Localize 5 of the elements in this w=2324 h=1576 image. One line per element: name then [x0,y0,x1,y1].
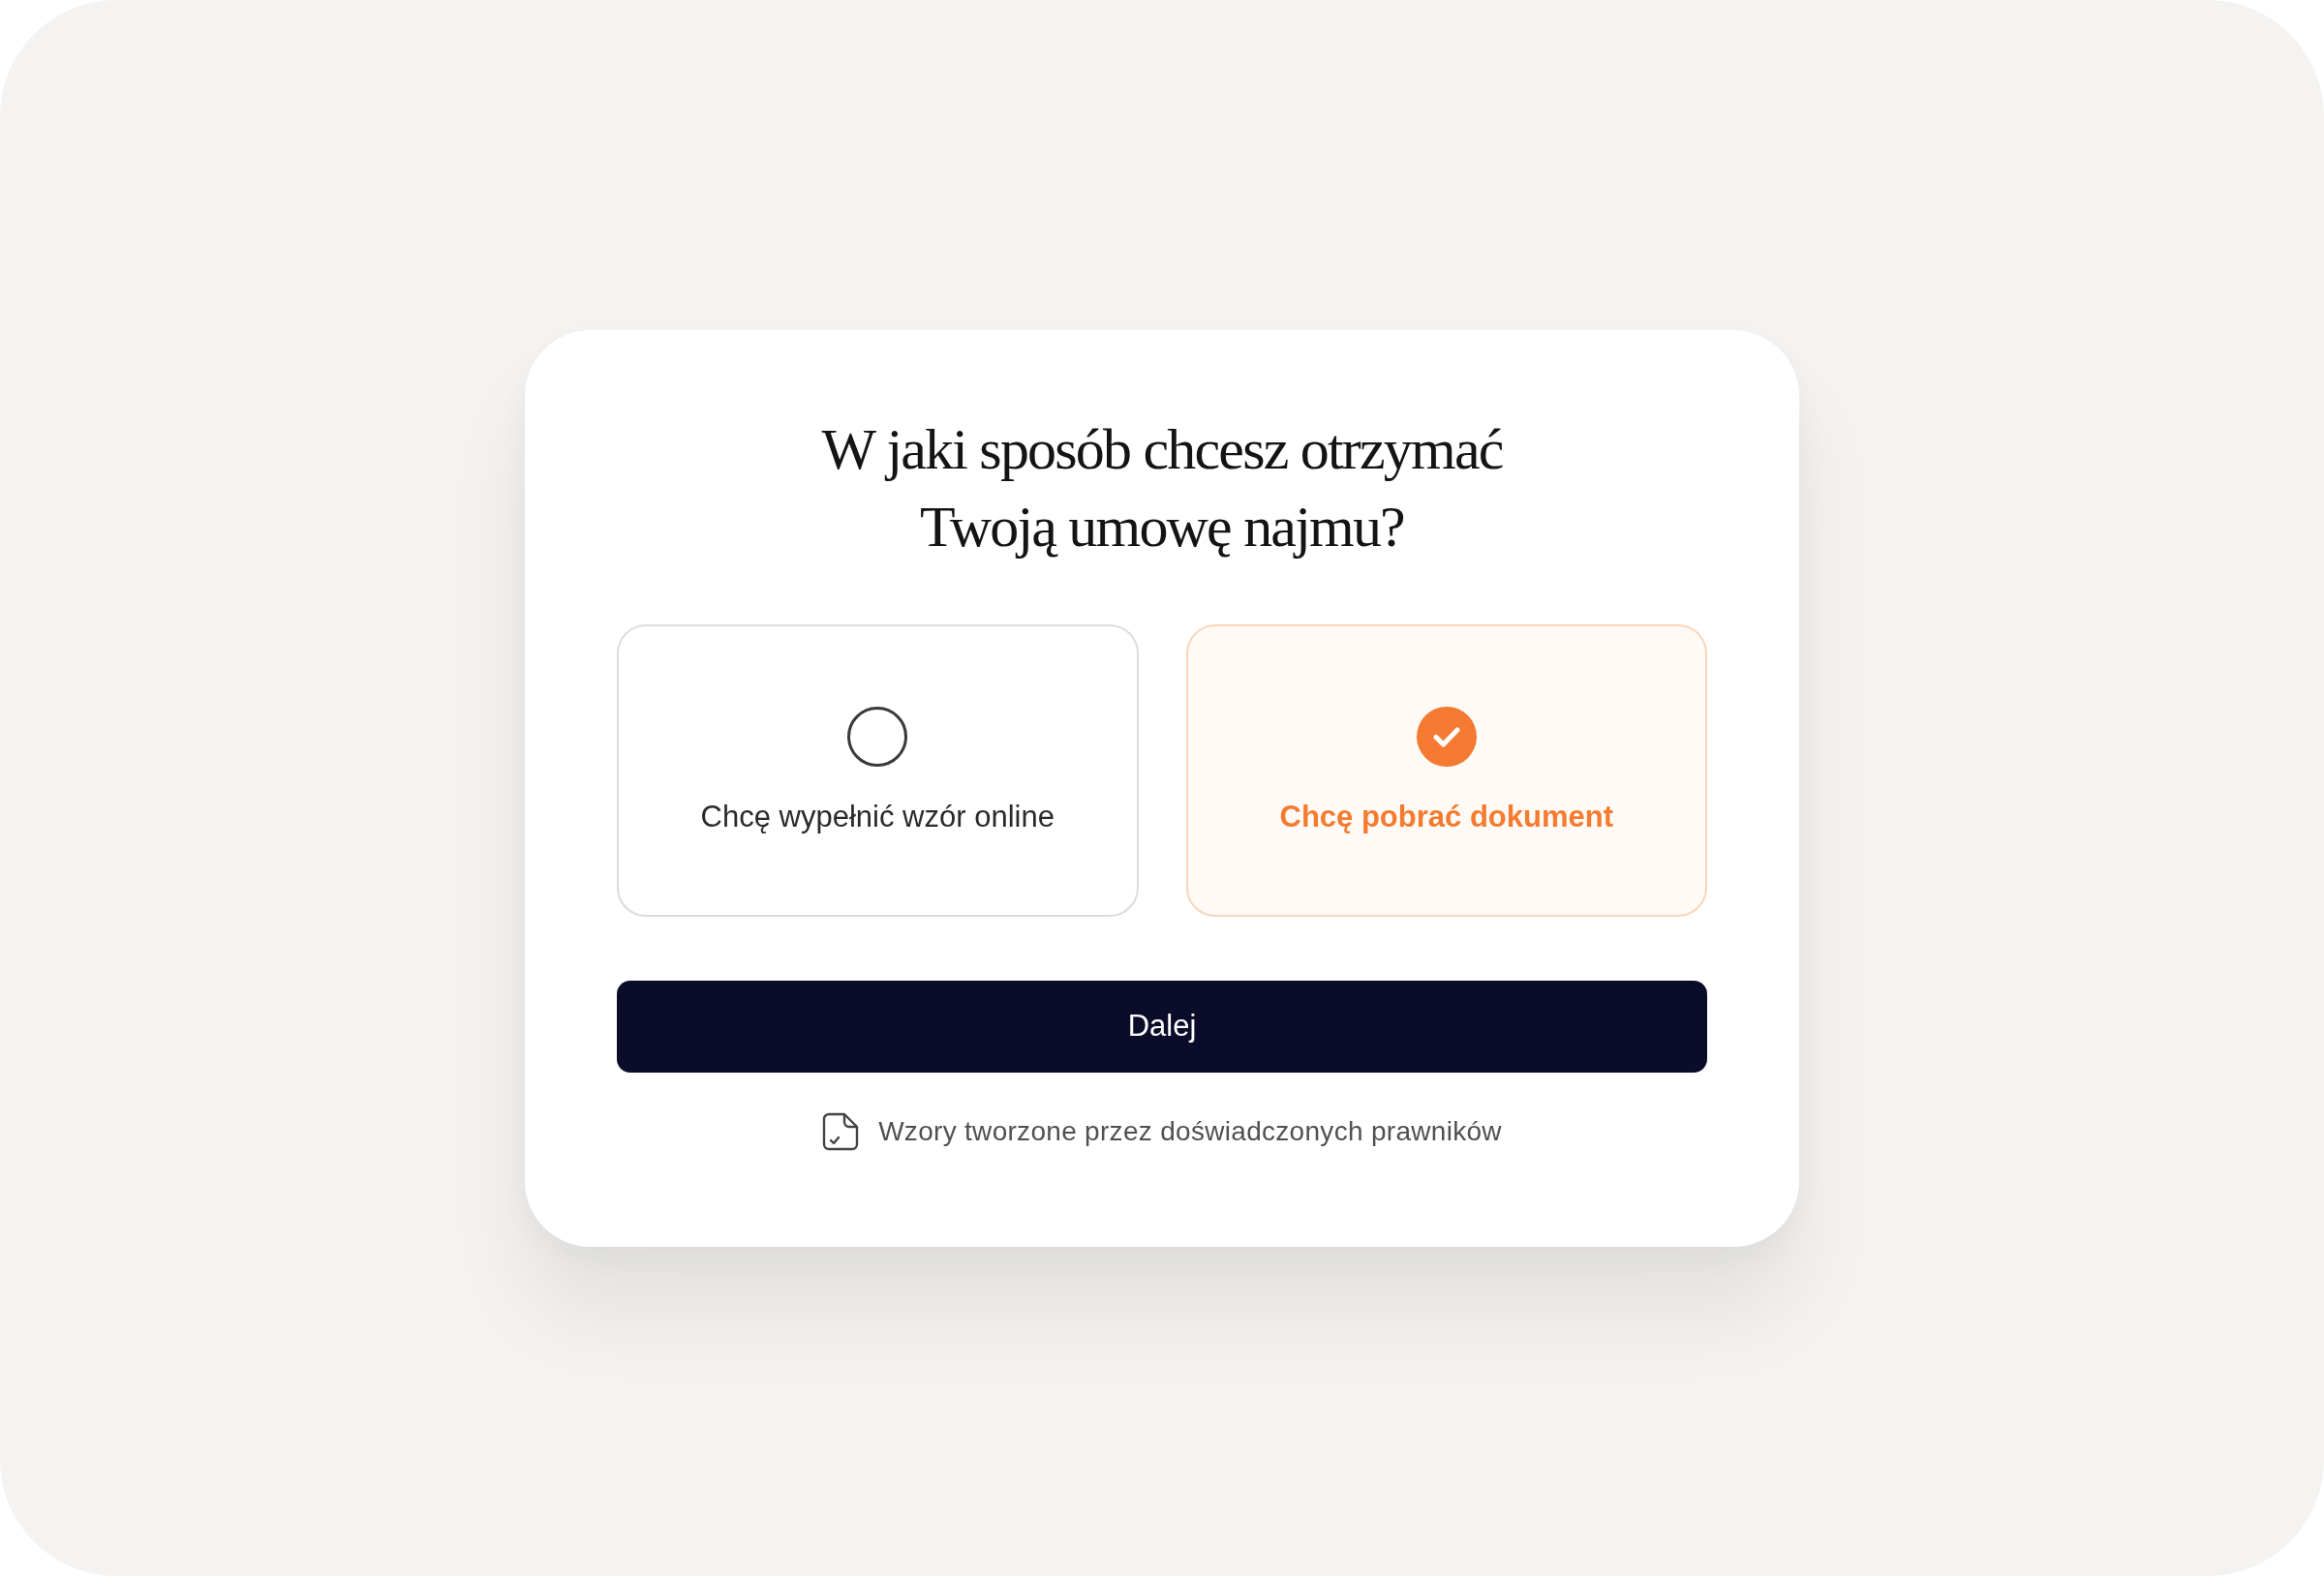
question-heading: W jaki sposób chcesz otrzymać Twoją umowę najmu? [821,415,1503,561]
next-button[interactable]: Dalej [617,980,1707,1073]
option-card[interactable]: Chcę wypełnić wzór online [617,623,1139,917]
document-check-icon [822,1111,860,1151]
footer-note: Wzory tworzone przez doświadczonych prawników [878,1114,1502,1148]
